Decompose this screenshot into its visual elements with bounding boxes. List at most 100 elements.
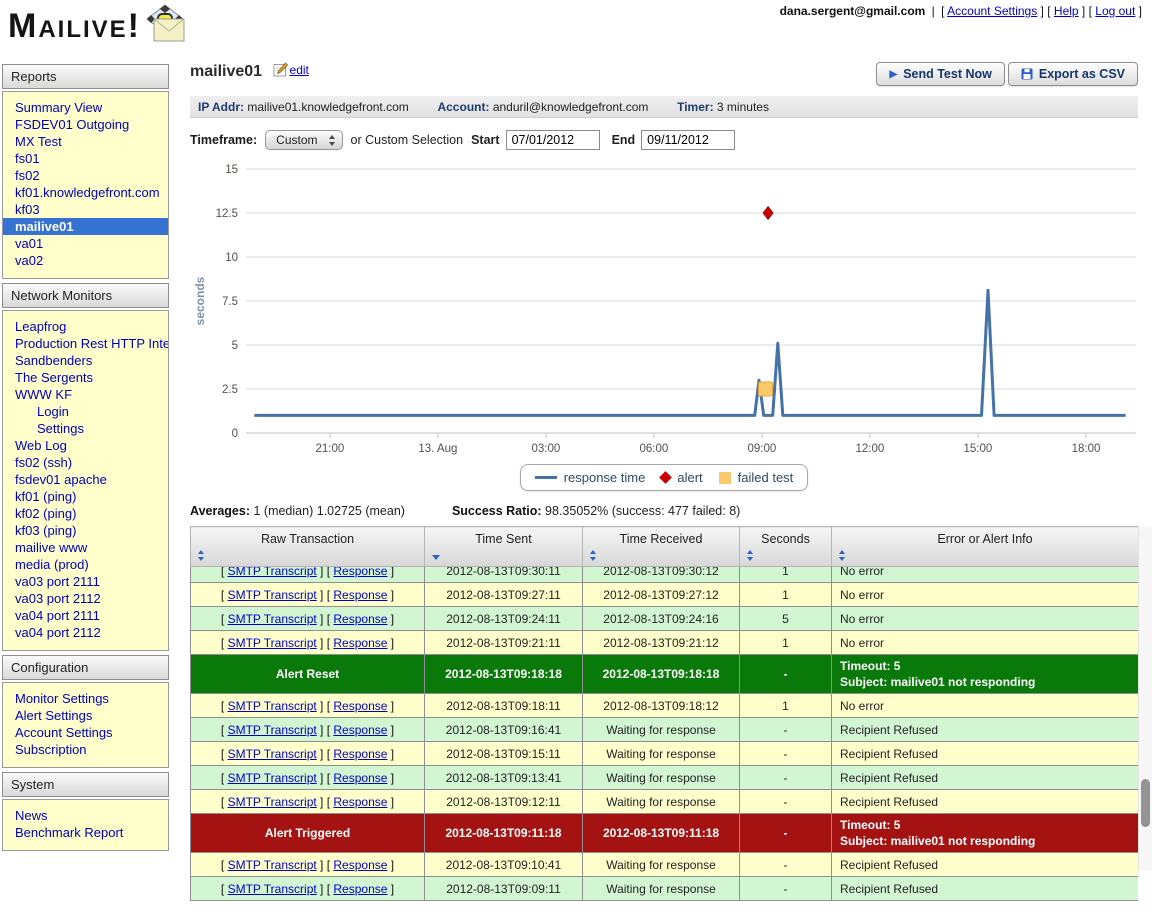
x-tick-label: 03:00 xyxy=(532,443,561,455)
response-link[interactable]: Response xyxy=(333,567,387,578)
help-link[interactable]: Help xyxy=(1054,4,1079,18)
legend-item-alert[interactable]: alert xyxy=(661,470,702,485)
smtp-transcript-link-wrap: SMTP Transcript xyxy=(221,858,323,872)
sidebar-item-the-sergents[interactable]: The Sergents xyxy=(3,369,168,386)
sidebar-item-fs01[interactable]: fs01 xyxy=(3,150,168,167)
sidebar-item-account-settings[interactable]: Account Settings xyxy=(3,724,168,741)
sort-both-icon[interactable] xyxy=(747,550,754,561)
sidebar-item-va01[interactable]: va01 xyxy=(3,235,168,252)
sidebar-item-sandbenders[interactable]: Sandbenders xyxy=(3,352,168,369)
sidebar-item-kf01-ping[interactable]: kf01 (ping) xyxy=(3,488,168,505)
response-link[interactable]: Response xyxy=(333,588,387,602)
response-link[interactable]: Response xyxy=(333,771,387,785)
sidebar-item-kf01-knowledgefront-com[interactable]: kf01.knowledgefront.com xyxy=(3,184,168,201)
sidebar-section-network-monitors[interactable]: Network Monitors xyxy=(2,283,169,308)
sidebar-item-va03-port-2111[interactable]: va03 port 2111 xyxy=(3,573,168,590)
edit-link[interactable]: edit xyxy=(290,63,309,77)
sidebar-item-va03-port-2112[interactable]: va03 port 2112 xyxy=(3,590,168,607)
response-link[interactable]: Response xyxy=(333,636,387,650)
sidebar-item-kf02-ping[interactable]: kf02 (ping) xyxy=(3,505,168,522)
table-scrollbar-thumb[interactable] xyxy=(1141,779,1150,827)
sidebar-item-kf03[interactable]: kf03 xyxy=(3,201,168,218)
account-settings-link-wrap: Account Settings xyxy=(941,4,1044,18)
sidebar-item-production-rest-http-interf[interactable]: Production Rest HTTP Interf xyxy=(3,335,168,352)
response-link[interactable]: Response xyxy=(333,858,387,872)
smtp-transcript-link[interactable]: SMTP Transcript xyxy=(228,747,317,761)
export-csv-label: Export as CSV xyxy=(1039,67,1125,81)
smtp-transcript-link[interactable]: SMTP Transcript xyxy=(228,567,317,578)
sort-both-icon[interactable] xyxy=(198,550,205,561)
sidebar-item-mx-test[interactable]: MX Test xyxy=(3,133,168,150)
sidebar-item-kf03-ping[interactable]: kf03 (ping) xyxy=(3,522,168,539)
sidebar-item-va04-port-2112[interactable]: va04 port 2112 xyxy=(3,624,168,641)
sidebar-item-summary-view[interactable]: Summary View xyxy=(3,99,168,116)
sidebar-item-media-prod[interactable]: media (prod) xyxy=(3,556,168,573)
smtp-transcript-link[interactable]: SMTP Transcript xyxy=(228,699,317,713)
account-value: anduril@knowledgefront.com xyxy=(493,100,649,114)
sidebar-item-mailive01[interactable]: mailive01 xyxy=(3,218,168,235)
raw-transaction-cell: SMTP Transcript Response xyxy=(191,583,425,607)
sidebar-section-reports[interactable]: Reports xyxy=(2,64,169,89)
edit-control[interactable]: edit xyxy=(273,63,309,77)
mailive-logo[interactable]: Mailive! xyxy=(8,8,187,44)
legend-label: failed test xyxy=(738,470,794,485)
legend-item-response-time[interactable]: response time xyxy=(535,470,646,485)
raw-transaction-cell: SMTP Transcript Response xyxy=(191,790,425,814)
smtp-transcript-link[interactable]: SMTP Transcript xyxy=(228,588,317,602)
logout-link[interactable]: Log out xyxy=(1095,4,1135,18)
legend-item-failed-test[interactable]: failed test xyxy=(719,470,794,485)
raw-transaction-cell: SMTP Transcript Response xyxy=(191,853,425,877)
column-header-seconds[interactable]: Seconds xyxy=(740,527,832,567)
column-header-time-received[interactable]: Time Received xyxy=(583,527,740,567)
sidebar-section-system[interactable]: System xyxy=(2,772,169,797)
smtp-transcript-link[interactable]: SMTP Transcript xyxy=(228,858,317,872)
sort-desc-icon[interactable] xyxy=(432,555,440,560)
sidebar-item-www-kf[interactable]: WWW KF xyxy=(3,386,168,403)
smtp-transcript-link[interactable]: SMTP Transcript xyxy=(228,636,317,650)
sidebar-item-leapfrog[interactable]: Leapfrog xyxy=(3,318,168,335)
sidebar-item-alert-settings[interactable]: Alert Settings xyxy=(3,707,168,724)
transactions-scroll-region[interactable]: SMTP Transcript Response2012-08-13T09:30… xyxy=(190,567,1138,912)
sidebar-item-settings[interactable]: Settings xyxy=(3,420,168,437)
account-settings-link[interactable]: Account Settings xyxy=(947,4,1037,18)
sidebar-item-monitor-settings[interactable]: Monitor Settings xyxy=(3,690,168,707)
response-link[interactable]: Response xyxy=(333,699,387,713)
raw-transaction-cell: SMTP Transcript Response xyxy=(191,718,425,742)
export-csv-button[interactable]: Export as CSV xyxy=(1008,62,1138,86)
smtp-transcript-link[interactable]: SMTP Transcript xyxy=(228,612,317,626)
column-header-time-sent[interactable]: Time Sent xyxy=(425,527,583,567)
sort-both-icon[interactable] xyxy=(590,550,597,561)
smtp-transcript-link[interactable]: SMTP Transcript xyxy=(228,723,317,737)
response-link[interactable]: Response xyxy=(333,723,387,737)
smtp-transcript-link[interactable]: SMTP Transcript xyxy=(228,882,317,896)
sidebar-item-web-log[interactable]: Web Log xyxy=(3,437,168,454)
sidebar-item-login[interactable]: Login xyxy=(3,403,168,420)
sidebar-section-configuration[interactable]: Configuration xyxy=(2,655,169,680)
error-info-cell: Recipient Refused xyxy=(832,718,1139,742)
smtp-transcript-link[interactable]: SMTP Transcript xyxy=(228,771,317,785)
send-test-now-label: Send Test Now xyxy=(903,67,992,81)
send-test-now-button[interactable]: ▶ Send Test Now xyxy=(876,62,1004,86)
start-date-input[interactable] xyxy=(506,130,600,150)
timeframe-select[interactable]: Custom xyxy=(265,130,342,150)
column-header-raw-transaction[interactable]: Raw Transaction xyxy=(191,527,425,567)
sidebar-item-va02[interactable]: va02 xyxy=(3,252,168,269)
sidebar-item-subscription[interactable]: Subscription xyxy=(3,741,168,758)
response-link[interactable]: Response xyxy=(333,747,387,761)
response-link[interactable]: Response xyxy=(333,612,387,626)
sidebar-item-fsdev01-outgoing[interactable]: FSDEV01 Outgoing xyxy=(3,116,168,133)
sidebar-item-mailive-www[interactable]: mailive www xyxy=(3,539,168,556)
sidebar-item-va04-port-2111[interactable]: va04 port 2111 xyxy=(3,607,168,624)
sidebar-item-benchmark-report[interactable]: Benchmark Report xyxy=(3,824,168,841)
sidebar-item-fs02[interactable]: fs02 xyxy=(3,167,168,184)
sidebar-item-fsdev01-apache[interactable]: fsdev01 apache xyxy=(3,471,168,488)
response-link[interactable]: Response xyxy=(333,795,387,809)
column-header-error-or-alert-info[interactable]: Error or Alert Info xyxy=(832,527,1139,567)
smtp-transcript-link[interactable]: SMTP Transcript xyxy=(228,795,317,809)
sidebar-item-news[interactable]: News xyxy=(3,807,168,824)
end-date-input[interactable] xyxy=(641,130,735,150)
response-link[interactable]: Response xyxy=(333,882,387,896)
sort-both-icon[interactable] xyxy=(839,550,846,561)
sidebar-item-fs02-ssh[interactable]: fs02 (ssh) xyxy=(3,454,168,471)
table-scrollbar-track[interactable] xyxy=(1138,526,1152,871)
